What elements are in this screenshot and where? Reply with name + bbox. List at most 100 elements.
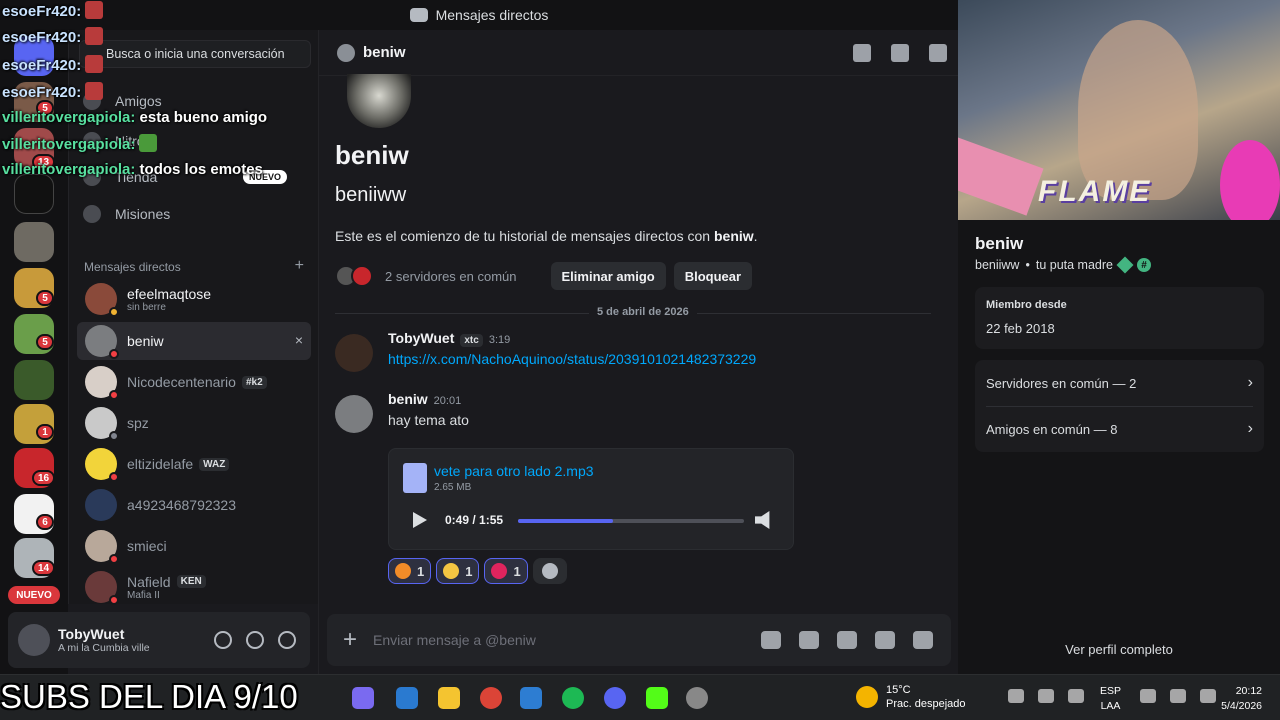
user-avatar[interactable]	[18, 624, 50, 656]
mutual-friends-label: Amigos en común — 8	[986, 421, 1118, 437]
spotify-icon[interactable]	[562, 687, 584, 709]
weather-widget[interactable]: 15°C Prac. despejado	[856, 683, 966, 711]
reaction-heart[interactable]: 1	[484, 558, 528, 584]
message-time: 20:01	[433, 395, 462, 407]
clan-tag: xtc	[460, 334, 483, 347]
profile-status: tu puta madre	[1035, 258, 1113, 272]
discord-taskbar-icon[interactable]	[604, 687, 626, 709]
subs-overlay-text: SUBS DEL DIA 9/10	[0, 678, 298, 715]
discord-icon	[409, 8, 428, 22]
clock[interactable]: 20:12 5/4/2026	[1208, 684, 1262, 714]
dm-item[interactable]: Nicodecentenario #k2	[77, 363, 311, 401]
nav-label: Nitro	[115, 133, 145, 149]
obs-icon[interactable]	[686, 687, 708, 709]
volume-tray-icon[interactable]	[1170, 689, 1186, 703]
dm-item[interactable]: a4923468792323	[77, 486, 311, 524]
status-dot	[109, 390, 119, 400]
server-icon[interactable]	[14, 174, 54, 214]
mutual-friends-row[interactable]: Amigos en común — 8 ›	[986, 407, 1253, 451]
apps-icon[interactable]	[913, 631, 933, 649]
store-icon[interactable]	[520, 687, 542, 709]
audio-progress-bar[interactable]	[518, 519, 744, 523]
language-indicator[interactable]: ESP LAA	[1100, 684, 1121, 714]
profile-name: beniw	[975, 234, 1024, 253]
chevron-up-icon[interactable]	[1008, 689, 1024, 703]
reaction-crying[interactable]: 1	[436, 558, 480, 584]
microphone-icon[interactable]	[214, 631, 232, 649]
message-link[interactable]: https://x.com/NachoAquinoo/status/203910…	[388, 351, 756, 367]
dm-item[interactable]: Nafield KEN Mafia II	[77, 568, 311, 606]
dm-name: Nafield	[127, 573, 171, 590]
dm-section-header: Mensajes directos +	[84, 258, 304, 275]
dm-item-active[interactable]: beniw ×	[77, 322, 311, 360]
nav-shop[interactable]: Tienda	[83, 162, 157, 192]
headphones-icon[interactable]	[246, 631, 264, 649]
search-input[interactable]: Busca o inicia una conversación	[79, 40, 311, 68]
smiley-icon	[541, 563, 558, 579]
gif-icon[interactable]	[799, 631, 819, 649]
server-icon[interactable]	[14, 360, 54, 400]
author-avatar[interactable]	[335, 395, 373, 433]
author-avatar[interactable]	[335, 334, 373, 372]
remove-friend-button[interactable]: Eliminar amigo	[550, 262, 666, 290]
status-dot	[109, 431, 119, 441]
attach-plus-icon[interactable]: +	[343, 626, 357, 654]
status-dot	[109, 472, 119, 482]
unread-badge: 1	[36, 424, 54, 440]
microphone-tray-icon[interactable]	[1068, 689, 1084, 703]
settings-gear-icon[interactable]	[278, 631, 296, 649]
nav-quests[interactable]: Misiones	[83, 199, 170, 229]
reaction-fire[interactable]: 1	[388, 558, 432, 584]
outlook-icon[interactable]	[396, 687, 418, 709]
copilot-icon[interactable]	[352, 687, 374, 709]
emoji-icon[interactable]	[875, 631, 895, 649]
home-button[interactable]	[14, 36, 54, 76]
nav-friends[interactable]: Amigos	[83, 86, 162, 116]
dm-header-label: Mensajes directos	[84, 260, 181, 274]
add-dm-button[interactable]: +	[295, 258, 304, 274]
avatar	[85, 530, 119, 564]
network-icon[interactable]	[1038, 689, 1054, 703]
dm-name: eltizidelafe	[127, 456, 194, 472]
chat-pane: beniw beniw beniiww Este es el comienzo …	[318, 30, 959, 674]
intro-username: beniiww	[335, 184, 407, 206]
message-author[interactable]: TobyWuet	[388, 330, 454, 346]
mutual-servers-link[interactable]: 2 servidores en común	[385, 269, 517, 284]
sticker-icon[interactable]	[837, 631, 857, 649]
chrome-icon[interactable]	[480, 687, 502, 709]
dm-item[interactable]: spz	[77, 404, 311, 442]
view-full-profile-button[interactable]: Ver perfil completo	[958, 642, 1280, 657]
display-icon[interactable]	[1140, 689, 1156, 703]
new-badge: NUEVO	[243, 170, 288, 184]
mutual-servers-row[interactable]: Servidores en común — 2 ›	[986, 361, 1253, 405]
message-author[interactable]: beniw	[388, 391, 428, 407]
voice-call-icon[interactable]	[853, 44, 871, 62]
dm-item[interactable]: efeelmaqtose sin berre	[77, 280, 311, 318]
add-reaction-button[interactable]	[532, 558, 567, 584]
message: beniw 20:01 hay tema ato	[335, 391, 469, 433]
play-icon[interactable]	[413, 512, 427, 528]
message-composer[interactable]: + Enviar mensaje a @beniw	[327, 614, 951, 666]
heart-emoji-icon	[491, 563, 508, 579]
file-explorer-icon[interactable]	[438, 687, 460, 709]
attachment-filename[interactable]: vete para otro lado 2.mp3	[434, 463, 594, 479]
attachment-size: 2.65 MB	[434, 482, 472, 493]
block-button[interactable]: Bloquear	[673, 262, 753, 290]
gift-icon[interactable]	[761, 631, 781, 649]
user-status: A mi la Cumbia ville	[58, 642, 150, 654]
server-icon[interactable]	[14, 222, 54, 262]
close-dm-icon[interactable]: ×	[295, 332, 303, 348]
nav-nitro[interactable]: Nitro	[83, 126, 145, 156]
profile-banner: FLAME	[958, 0, 1280, 220]
pin-icon[interactable]	[929, 44, 947, 62]
volume-icon[interactable]	[755, 511, 770, 529]
dm-item[interactable]: smieci	[77, 527, 311, 565]
avatar	[85, 489, 117, 521]
nuevo-pill[interactable]: NUEVO	[8, 586, 60, 604]
avatar	[85, 407, 119, 441]
video-call-icon[interactable]	[891, 44, 909, 62]
composer-input[interactable]: Enviar mensaje a @beniw	[373, 632, 536, 648]
dm-item[interactable]: eltizidelafe WAZ	[77, 445, 311, 483]
kick-icon[interactable]	[646, 687, 668, 709]
message-text: hay tema ato	[388, 412, 469, 428]
